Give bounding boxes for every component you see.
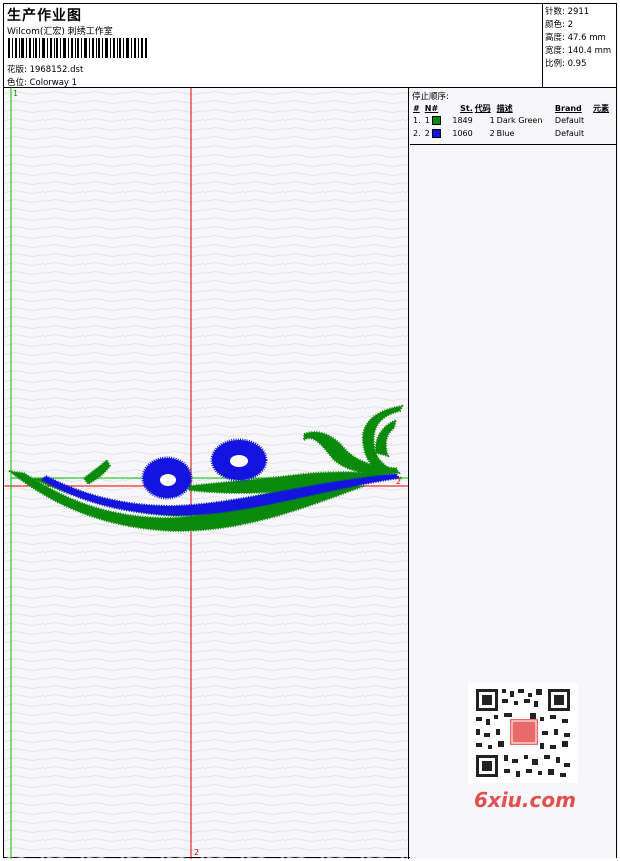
blue-dot-left [141, 456, 193, 500]
row-description: Dark Green [496, 116, 543, 125]
table-row[interactable]: 1. 1 1849 1 Dark Green Default [412, 114, 614, 127]
design-file-value: 1968152.dst [29, 65, 84, 75]
qr-code-icon [468, 683, 578, 783]
col-index: # [413, 103, 420, 113]
stamp-icon [510, 719, 538, 745]
stitch-count: 针数: 2911 [545, 7, 590, 17]
design-canvas[interactable]: 1 2 2 [4, 88, 409, 859]
row-element [592, 114, 614, 127]
row-description: Blue [496, 129, 515, 138]
design-width: 宽度: 140.4 mm [545, 46, 612, 56]
col-stitches: St. [460, 103, 473, 113]
guide-label-top: 1 [13, 89, 19, 98]
barcode-icon [8, 38, 147, 58]
design-height: 高度: 47.6 mm [545, 33, 606, 43]
row-needle: 2 [424, 127, 447, 140]
embroidery-preview [4, 88, 408, 859]
col-code: 代码 [474, 103, 491, 113]
row-needle: 1 [424, 114, 447, 127]
colorway-label: 色位: [7, 78, 30, 88]
row-brand: Default [554, 116, 585, 125]
design-stats: 针数: 2911 颜色: 2 高度: 47.6 mm 宽度: 140.4 mm … [542, 4, 616, 88]
stop-sequence-table: # N# St. 代码 描述 Brand 元素 1. 1 1849 1 Dark… [412, 102, 614, 140]
col-brand: Brand [554, 103, 582, 113]
row-element [592, 127, 614, 140]
col-needle: N# [424, 103, 439, 113]
sheet-header: 生产作业图 Wilcom(汇宏) 刺绣工作室 花版: 1968152.dst 色… [4, 4, 616, 88]
color-count: 颜色: 2 [545, 20, 573, 30]
col-description: 描述 [496, 103, 513, 113]
row-index: 1. [413, 116, 421, 125]
row-code: 2 [489, 129, 495, 138]
colorway-value: Colorway 1 [29, 78, 78, 88]
table-header-row: # N# St. 代码 描述 Brand 元素 [412, 102, 614, 114]
color-swatch-green [432, 116, 442, 125]
design-file-label: 花版: [7, 65, 30, 75]
guide-label-bottom: 2 [194, 848, 200, 857]
design-scale: 比例: 0.95 [545, 59, 587, 69]
row-brand: Default [554, 129, 585, 138]
colorway-line: 色位: Colorway 1 [7, 76, 77, 88]
blue-dot-right [210, 438, 268, 482]
watermark-text: 6xiu.com [474, 788, 576, 812]
row-code: 1 [489, 116, 495, 125]
row-stitches: 1060 [452, 129, 473, 138]
sheet-title: 生产作业图 [7, 8, 82, 24]
stop-sequence-title: 停止顺序: [412, 92, 449, 102]
row-stitches: 1849 [452, 116, 473, 125]
panel-divider [410, 144, 616, 145]
color-swatch-blue [432, 129, 442, 138]
col-element: 元素 [593, 103, 609, 113]
design-file-line: 花版: 1968152.dst [7, 63, 83, 75]
company-name: Wilcom(汇宏) 刺绣工作室 [7, 27, 113, 37]
guide-label-right: 2 [396, 477, 402, 486]
table-row[interactable]: 2. 2 1060 2 Blue Default [412, 127, 614, 140]
row-index: 2. [413, 129, 421, 138]
